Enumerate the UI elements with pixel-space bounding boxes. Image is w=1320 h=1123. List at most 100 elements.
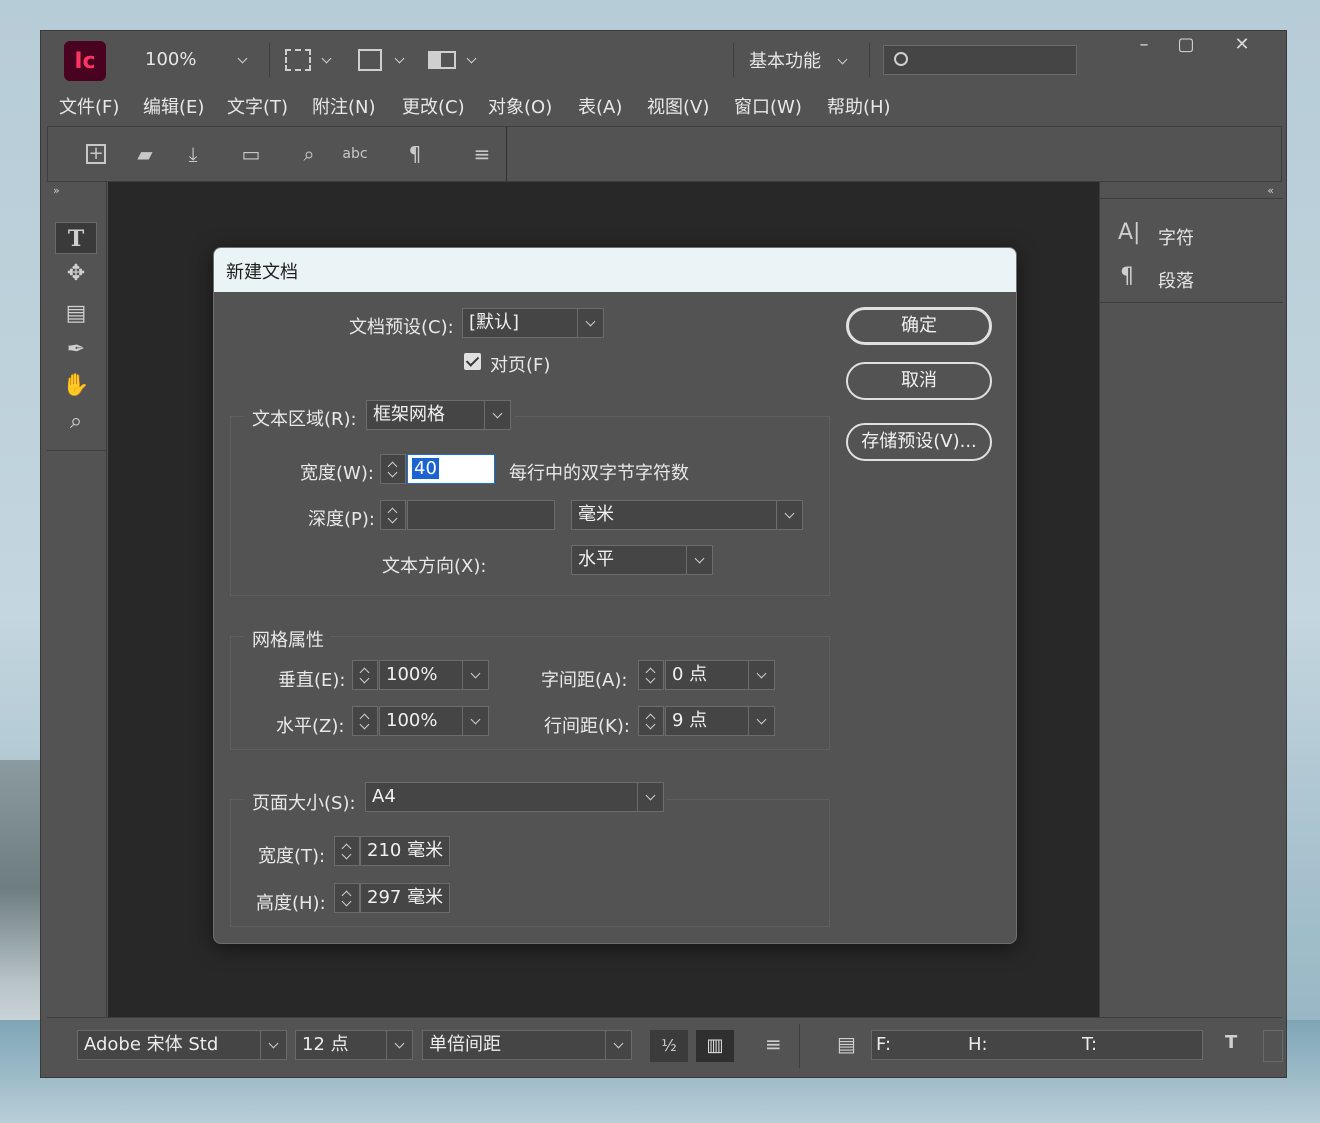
char-spacing-select[interactable]: 0 点	[665, 660, 775, 690]
preset-select[interactable]: [默认]	[462, 308, 604, 338]
eyedropper-tool-icon[interactable]: ✒	[55, 334, 97, 366]
menu-table[interactable]: 表(A)	[578, 93, 622, 119]
ruler-type-icon[interactable]: T	[1225, 1032, 1237, 1053]
find-icon[interactable]: ⌕	[296, 141, 322, 167]
workspace-chevron-down-icon[interactable]	[837, 54, 848, 65]
arrange-chevron-down-icon[interactable]	[466, 53, 477, 64]
horizontal-scale-select[interactable]: 100%	[379, 706, 489, 736]
story-view-icon[interactable]: ▥	[696, 1030, 734, 1062]
paragraph-icon[interactable]: ¶	[1120, 264, 1134, 289]
maximize-button[interactable]: ▢	[1166, 31, 1206, 59]
divider	[799, 1024, 800, 1068]
char-spacing-value: 0 点	[672, 664, 708, 685]
width-input[interactable]: 40	[407, 454, 495, 484]
character-icon[interactable]: A|	[1118, 220, 1140, 245]
direction-label: 文本方向(X):	[382, 556, 487, 577]
zoom-value[interactable]: 100%	[145, 49, 196, 70]
close-button[interactable]: ✕	[1222, 31, 1262, 59]
menu-edit[interactable]: 编辑(E)	[143, 93, 204, 119]
char-spacing-stepper[interactable]	[638, 660, 664, 690]
chevron-down-icon[interactable]	[637, 783, 663, 811]
font-family-select[interactable]: Adobe 宋体 Std	[77, 1030, 287, 1060]
chevron-down-icon[interactable]	[260, 1031, 286, 1059]
text-area-select[interactable]: 框架网格	[366, 400, 511, 430]
horizontal-scale-stepper[interactable]	[352, 706, 378, 736]
page-height-stepper[interactable]	[334, 883, 360, 913]
scroll-handle[interactable]	[1263, 1030, 1283, 1062]
depth-unit-select[interactable]: 毫米	[571, 500, 803, 530]
character-panel-tab[interactable]: 字符	[1158, 224, 1194, 250]
toolbar-menu-icon[interactable]: ≡	[469, 141, 495, 167]
paragraph-panel-tab[interactable]: 段落	[1158, 267, 1194, 293]
vertical-scale-stepper[interactable]	[352, 660, 378, 690]
view-options-chevron-down-icon[interactable]	[321, 53, 332, 64]
page-width-input[interactable]: 210 毫米	[360, 836, 450, 866]
font-size-select[interactable]: 12 点	[295, 1030, 413, 1060]
menu-window[interactable]: 窗口(W)	[734, 93, 802, 119]
depth-stepper[interactable]	[380, 500, 406, 530]
divider	[733, 43, 734, 77]
screen-mode-icon[interactable]	[358, 49, 382, 71]
vertical-scale-select[interactable]: 100%	[379, 660, 489, 690]
position-tool-icon[interactable]: ✥	[55, 258, 97, 290]
status-menu-icon[interactable]: ≡	[765, 1032, 782, 1056]
zoom-chevron-down-icon[interactable]	[237, 53, 248, 64]
dialog-title: 新建文档	[214, 248, 1016, 292]
zoom-tool-icon[interactable]: ⌕	[55, 406, 97, 438]
menu-type[interactable]: 文字(T)	[227, 93, 288, 119]
new-document-icon[interactable]: +	[86, 144, 106, 164]
direction-select[interactable]: 水平	[571, 545, 713, 575]
chevron-down-icon[interactable]	[577, 309, 603, 337]
page-size-select[interactable]: A4	[365, 782, 664, 812]
menu-object[interactable]: 对象(O)	[488, 93, 552, 119]
cancel-button[interactable]: 取消	[846, 362, 992, 400]
depth-label: 深度(P):	[308, 509, 375, 530]
hand-tool-icon[interactable]: ✋	[55, 370, 97, 402]
menu-help[interactable]: 帮助(H)	[827, 93, 891, 119]
chevron-down-icon[interactable]	[462, 661, 488, 689]
line-spacing-select[interactable]: 单倍间距	[422, 1030, 632, 1060]
workspace-switcher[interactable]: 基本功能	[749, 47, 821, 73]
type-tool-icon[interactable]: T	[55, 222, 97, 254]
chevron-down-icon[interactable]	[605, 1031, 631, 1059]
new-document-dialog: 新建文档 文档预设(C): [默认] 对页(F) 文本区域(R): 框架网格 宽…	[213, 247, 1017, 944]
facing-pages-checkbox[interactable]	[464, 353, 481, 370]
menu-changes[interactable]: 更改(C)	[402, 93, 465, 119]
expand-panel-icon[interactable]: »	[53, 184, 60, 197]
print-icon[interactable]: ▭	[238, 141, 264, 167]
chevron-down-icon[interactable]	[748, 661, 774, 689]
screen-mode-chevron-down-icon[interactable]	[394, 53, 405, 64]
note-tool-icon[interactable]: ▤	[55, 298, 97, 330]
preset-value: [默认]	[469, 312, 520, 333]
chevron-down-icon[interactable]	[748, 707, 774, 735]
line-spacing-select[interactable]: 9 点	[665, 706, 775, 736]
collapse-panel-icon[interactable]: «	[1267, 184, 1274, 197]
view-options-icon[interactable]	[285, 49, 311, 71]
menu-view[interactable]: 视图(V)	[647, 93, 709, 119]
chevron-down-icon[interactable]	[484, 401, 510, 429]
chevron-down-icon[interactable]	[386, 1031, 412, 1059]
arrange-documents-icon[interactable]	[428, 51, 456, 69]
width-value: 40	[412, 458, 439, 479]
ok-button[interactable]: 确定	[846, 307, 992, 345]
line-spacing-stepper[interactable]	[638, 706, 664, 736]
page-height-input[interactable]: 297 毫米	[360, 883, 450, 913]
search-input[interactable]	[883, 45, 1077, 75]
open-folder-icon[interactable]: ▰	[132, 141, 158, 167]
chevron-down-icon[interactable]	[776, 501, 802, 529]
divider	[869, 43, 870, 77]
line-numbers-icon[interactable]: ½	[650, 1030, 688, 1062]
pilcrow-icon[interactable]: ¶	[402, 141, 428, 167]
divider	[1100, 198, 1283, 199]
chevron-down-icon[interactable]	[462, 707, 488, 735]
depth-input[interactable]	[407, 500, 555, 530]
save-download-icon[interactable]: ⤓	[180, 141, 206, 167]
page-width-stepper[interactable]	[334, 836, 360, 866]
chevron-down-icon[interactable]	[686, 546, 712, 574]
spellcheck-icon[interactable]: abc	[342, 141, 368, 167]
width-stepper[interactable]	[380, 454, 406, 484]
save-preset-button[interactable]: 存储预设(V)...	[846, 423, 992, 461]
menu-notes[interactable]: 附注(N)	[312, 93, 376, 119]
minimize-button[interactable]: –	[1124, 31, 1164, 59]
menu-file[interactable]: 文件(F)	[59, 93, 119, 119]
